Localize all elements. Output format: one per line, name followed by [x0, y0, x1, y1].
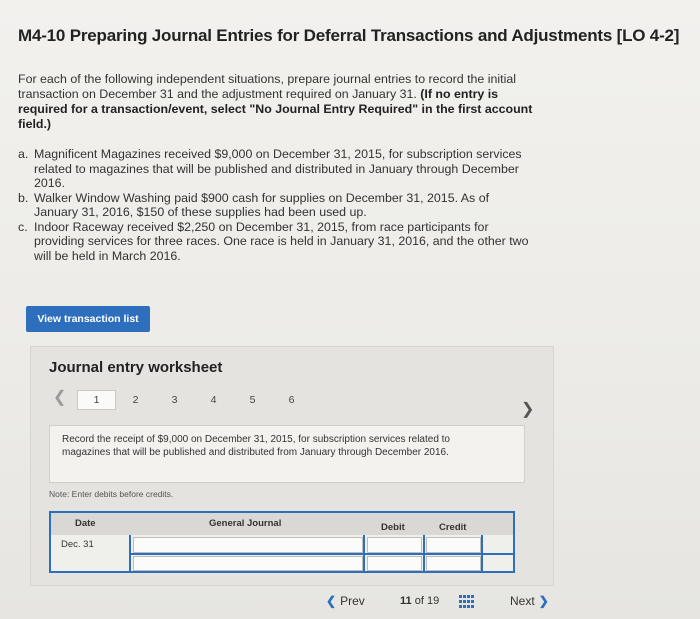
item-label: a. — [18, 147, 29, 161]
list-item: b. Walker Window Washing paid $900 cash … — [18, 191, 533, 220]
chevron-right-icon[interactable]: ❯ — [521, 399, 534, 419]
page-counter: 11 of 19 — [400, 595, 439, 607]
item-label: c. — [18, 219, 28, 234]
worksheet-note: Note: Enter debits before credits. — [49, 489, 174, 499]
account-field[interactable] — [133, 537, 363, 553]
item-text: Walker Window Washing paid $900 cash for… — [34, 190, 490, 220]
account-field[interactable] — [133, 556, 363, 571]
general-journal-header: General Journal — [209, 518, 282, 529]
worksheet-tabs: 1 2 3 4 5 6 — [77, 390, 311, 410]
tab-5[interactable]: 5 — [233, 390, 272, 410]
tab-3[interactable]: 3 — [155, 390, 194, 410]
page: M4-10 Preparing Journal Entries for Defe… — [0, 0, 700, 619]
tab-4[interactable]: 4 — [194, 390, 233, 410]
prev-button[interactable]: ❮ Prev — [326, 594, 365, 608]
debit-header: Debit — [381, 522, 405, 533]
list-item: c. Indoor Raceway received $2,250 on Dec… — [18, 220, 533, 264]
tab-6[interactable]: 6 — [272, 390, 311, 410]
pagination: ❮ Prev 11 of 19 Next ❯ — [0, 592, 700, 616]
situation-list: a. Magnificent Magazines received $9,000… — [18, 147, 533, 263]
item-text: Indoor Raceway received $2,250 on Decemb… — [34, 219, 529, 263]
prev-label: Prev — [340, 594, 365, 608]
date-header: Date — [75, 518, 96, 529]
item-label: b. — [18, 190, 29, 205]
debit-field[interactable] — [367, 537, 422, 553]
row-divider — [131, 553, 515, 555]
credit-field[interactable] — [426, 556, 481, 571]
credit-field[interactable] — [426, 537, 481, 553]
of-label: of — [414, 595, 424, 607]
chevron-left-icon: ❮ — [326, 594, 337, 608]
journal-table-header: Date General Journal Debit Credit — [51, 513, 513, 535]
grid-icon[interactable] — [459, 595, 475, 609]
view-transaction-list-button[interactable]: View transaction list — [26, 306, 150, 332]
list-item: a. Magnificent Magazines received $9,000… — [18, 147, 533, 191]
row-date: Dec. 31 — [61, 539, 94, 550]
current-page: 11 — [400, 595, 412, 607]
total-pages: 19 — [426, 595, 440, 607]
tab-1[interactable]: 1 — [77, 390, 116, 410]
credit-header: Credit — [439, 522, 467, 533]
transaction-description: Record the receipt of $9,000 on December… — [62, 434, 450, 458]
worksheet-title: Journal entry worksheet — [49, 359, 223, 376]
page-title: M4-10 Preparing Journal Entries for Defe… — [18, 26, 680, 45]
chevron-left-icon[interactable]: ❮ — [53, 387, 66, 407]
chevron-right-icon: ❯ — [538, 594, 549, 608]
next-button[interactable]: Next ❯ — [510, 594, 549, 608]
journal-entry-worksheet: Journal entry worksheet ❮ 1 2 3 4 5 6 ❯ … — [30, 346, 554, 586]
instructions: For each of the following independent si… — [18, 72, 533, 132]
next-label: Next — [510, 594, 535, 608]
debit-field[interactable] — [367, 556, 422, 571]
transaction-description-box: Record the receipt of $9,000 on December… — [49, 425, 525, 483]
tab-2[interactable]: 2 — [116, 390, 155, 410]
item-text: Magnificent Magazines received $9,000 on… — [34, 147, 522, 190]
journal-table: Date General Journal Debit Credit Dec. 3… — [49, 511, 515, 573]
